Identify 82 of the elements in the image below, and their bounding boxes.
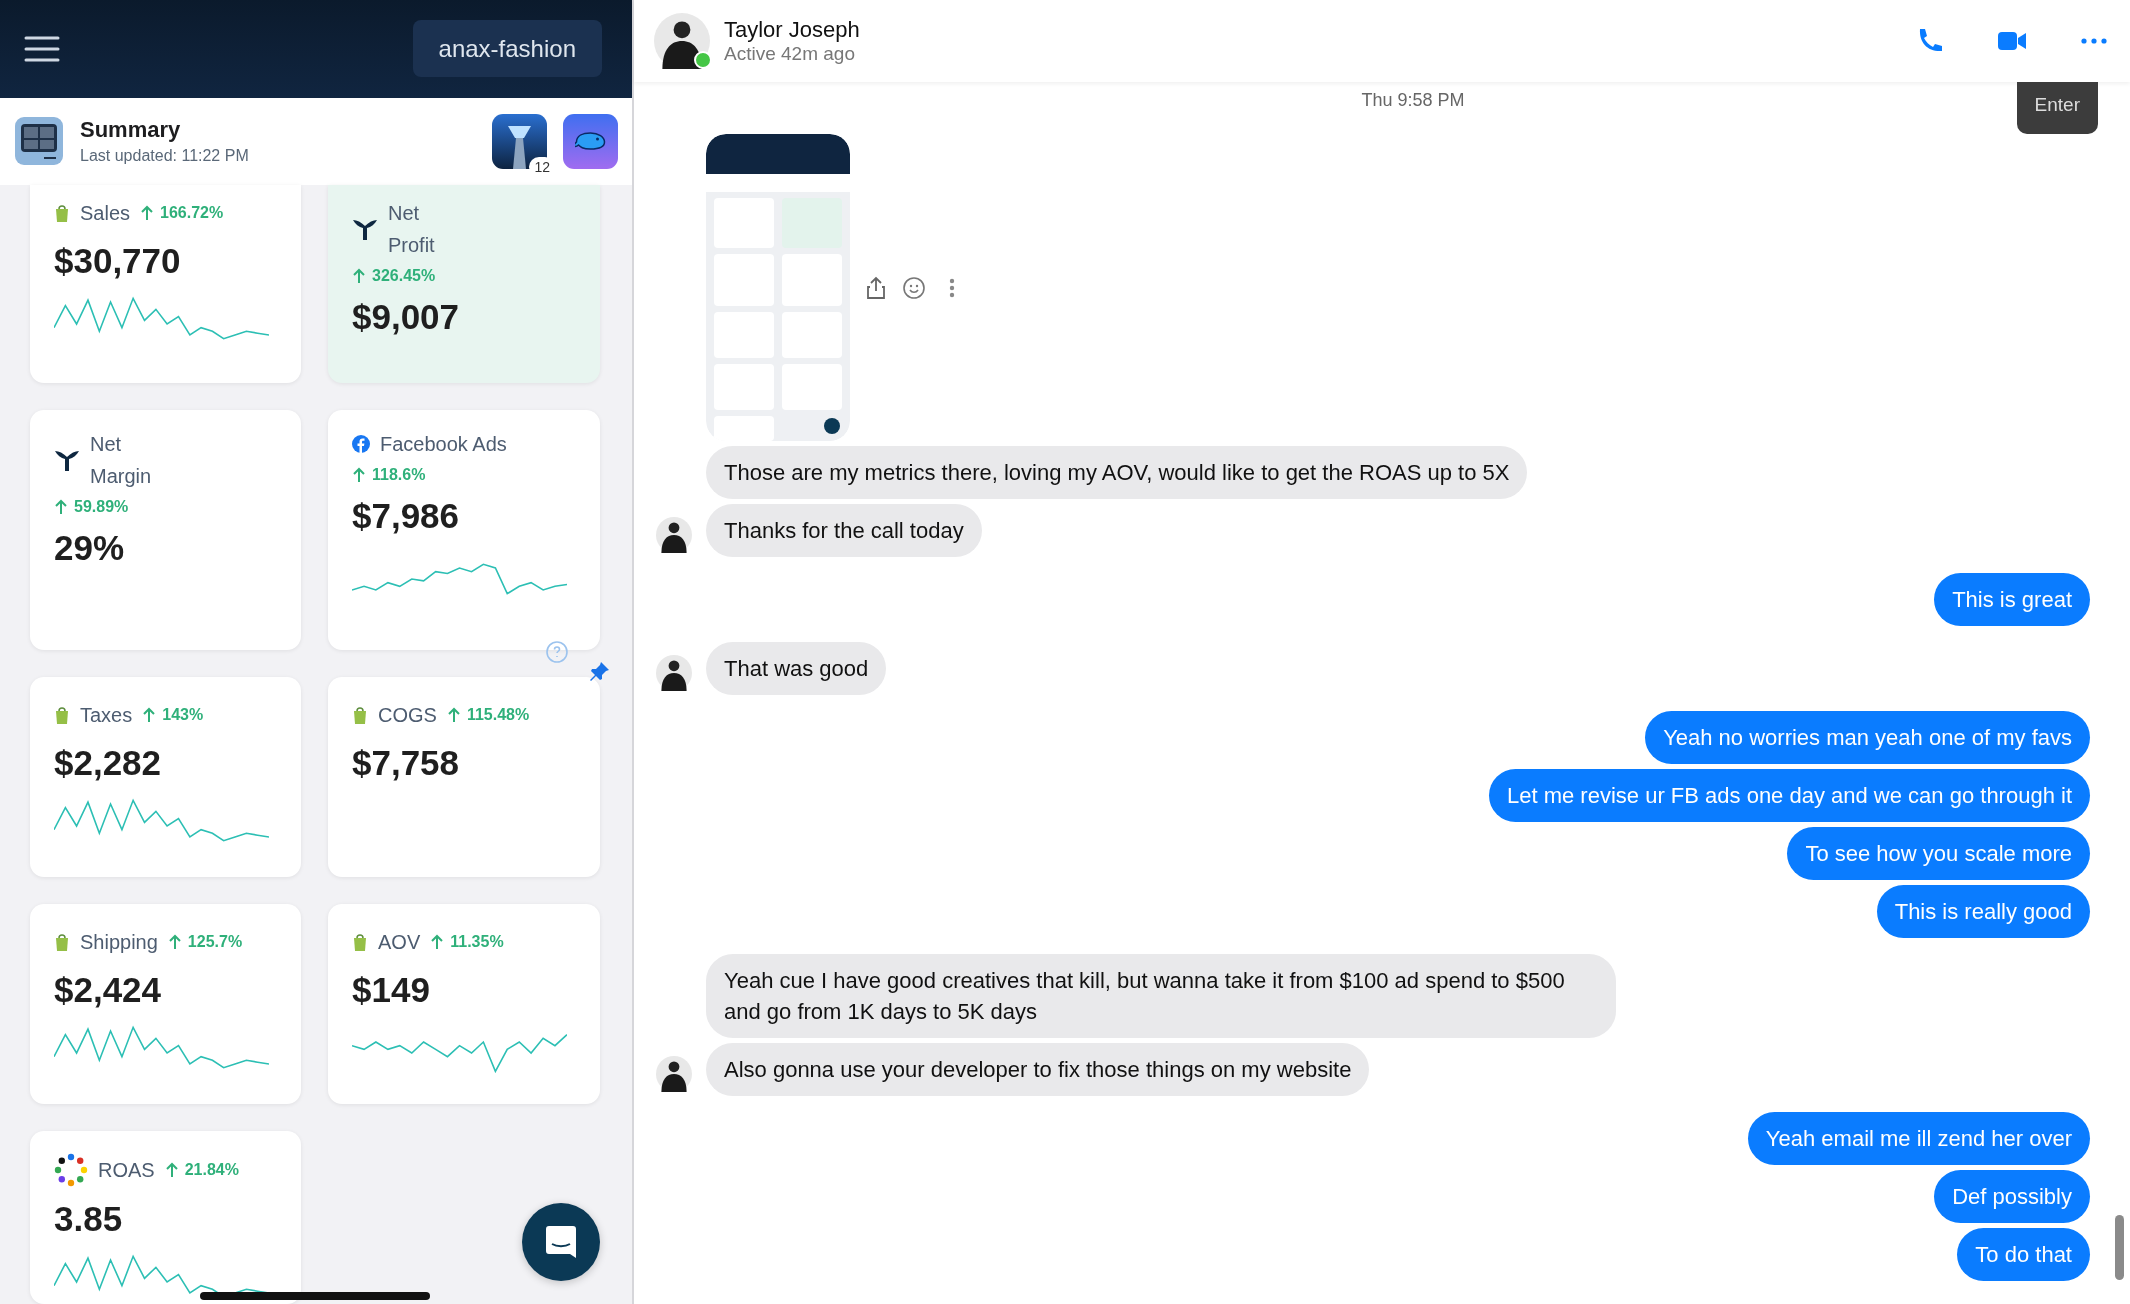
arrow-up-icon bbox=[140, 205, 155, 221]
metric-label: Shipping bbox=[80, 930, 158, 955]
metric-card[interactable]: Facebook Ads 118.6% $7,986 bbox=[328, 410, 600, 650]
metric-label: AOV bbox=[378, 930, 421, 955]
last-updated: Last updated: 11:22 PM bbox=[80, 147, 250, 166]
shopping-bag-icon bbox=[54, 706, 70, 724]
metric-card[interactable]: COGS 115.48% $7,758 bbox=[328, 677, 600, 877]
arrow-up-icon bbox=[167, 934, 182, 950]
metric-card[interactable]: Net Profit 326.45% $9,007 bbox=[328, 185, 600, 383]
change-percent: 118.6% bbox=[372, 466, 426, 484]
metric-value: $9,007 bbox=[352, 297, 461, 337]
message-bubble: That was good bbox=[706, 642, 887, 695]
message-bubble: Let me revise ur FB ads one day and we can go through it bbox=[1489, 769, 2090, 822]
scrollbar[interactable] bbox=[2115, 1215, 2124, 1280]
change-percent: 326.45% bbox=[372, 267, 436, 285]
whale-icon bbox=[575, 132, 606, 151]
change-percent: 125.7% bbox=[187, 933, 243, 951]
arrow-up-icon bbox=[142, 707, 157, 723]
change-percent: 21.84% bbox=[184, 1161, 239, 1179]
metric-label: Facebook Ads bbox=[380, 432, 507, 457]
store-button[interactable]: anax-fashion bbox=[412, 20, 602, 78]
whale-tail-icon bbox=[54, 448, 80, 472]
share-icon[interactable] bbox=[864, 275, 888, 300]
metric-value: $7,758 bbox=[352, 743, 461, 783]
summary-title: Summary bbox=[80, 117, 182, 144]
emoji-icon[interactable] bbox=[902, 275, 926, 300]
arrow-up-icon bbox=[352, 268, 366, 284]
shopping-bag-icon bbox=[352, 706, 368, 724]
metric-value: $2,424 bbox=[54, 970, 163, 1010]
metric-value: $7,986 bbox=[352, 496, 461, 536]
tooltip: Enter bbox=[2016, 82, 2098, 134]
change-percent: 115.48% bbox=[466, 706, 530, 724]
metric-card[interactable]: Net Margin 59.89% 29% bbox=[30, 410, 301, 650]
message-bubble: Those are my metrics there, loving my AOV, would like to get the ROAS up to 5X bbox=[706, 446, 1528, 499]
metric-value: 3.85 bbox=[54, 1199, 124, 1239]
change-percent: 143% bbox=[162, 706, 204, 724]
metric-card[interactable]: Taxes 143% $2,282 bbox=[30, 677, 301, 877]
message-bubble: To see how you scale more bbox=[1787, 827, 2090, 880]
metric-value: $2,282 bbox=[54, 743, 163, 783]
metric-value: $149 bbox=[352, 970, 431, 1010]
whale-tail-icon bbox=[352, 217, 378, 241]
dashboard-icon bbox=[14, 116, 64, 167]
arrow-up-icon bbox=[430, 934, 445, 950]
dot-ring-icon bbox=[54, 1153, 88, 1187]
arrow-up-icon bbox=[446, 707, 461, 723]
timestamp: Thu 9:58 PM bbox=[1361, 90, 1465, 111]
message-bubble: Yeah email me ill zend her over bbox=[1747, 1112, 2090, 1165]
contact-status: Active 42m ago bbox=[724, 43, 856, 65]
message-bubble: Thanks for the call today bbox=[706, 504, 982, 557]
message-bubble: This is really good bbox=[1876, 885, 2090, 938]
contact-name: Taylor Joseph bbox=[724, 17, 861, 43]
message-bubble: This is great bbox=[1934, 573, 2090, 626]
avatar bbox=[654, 13, 710, 69]
message-bubble: To do that bbox=[1957, 1228, 2090, 1281]
change-percent: 11.35% bbox=[450, 933, 504, 951]
change-percent: 59.89% bbox=[74, 498, 129, 516]
arrow-up-icon bbox=[54, 499, 68, 515]
metric-label: Sales bbox=[80, 201, 131, 226]
shopping-bag-icon bbox=[54, 204, 70, 222]
metric-card[interactable]: ROAS 21.84% 3.85 bbox=[30, 1131, 301, 1304]
metric-card[interactable]: Sales 166.72% $30,770 bbox=[30, 185, 301, 383]
arrow-up-icon bbox=[352, 467, 366, 483]
facebook-icon bbox=[352, 435, 370, 453]
metric-card[interactable]: Shipping 125.7% $2,424 bbox=[30, 904, 301, 1104]
whale-app-icon[interactable] bbox=[563, 113, 618, 169]
metric-label: Net Profit bbox=[388, 201, 435, 258]
message-bubble: Yeah no worries man yeah one of my favs bbox=[1645, 711, 2090, 764]
metric-label: Net Margin bbox=[90, 432, 152, 489]
message-bubble: Also gonna use your developer to fix those things on my website bbox=[706, 1043, 1370, 1096]
metric-label: COGS bbox=[378, 703, 437, 728]
metric-value: 29% bbox=[54, 528, 126, 568]
metric-card[interactable]: AOV 11.35% $149 bbox=[328, 904, 600, 1104]
change-percent: 166.72% bbox=[160, 204, 224, 222]
message-bubble: Def possibly bbox=[1934, 1170, 2090, 1223]
chat-button[interactable] bbox=[522, 1203, 600, 1281]
arrow-up-icon bbox=[164, 1162, 179, 1178]
shopping-bag-icon bbox=[54, 933, 70, 951]
message-bubble: Yeah cue I have good creatives that kill, but wanna take it from $100 ad spend to $500 and go from 1K days to 5K days bbox=[706, 954, 1616, 1038]
metric-label: Taxes bbox=[80, 703, 133, 728]
metric-label: ROAS bbox=[98, 1158, 155, 1183]
metric-value: $30,770 bbox=[54, 241, 182, 281]
shopping-bag-icon bbox=[352, 933, 368, 951]
